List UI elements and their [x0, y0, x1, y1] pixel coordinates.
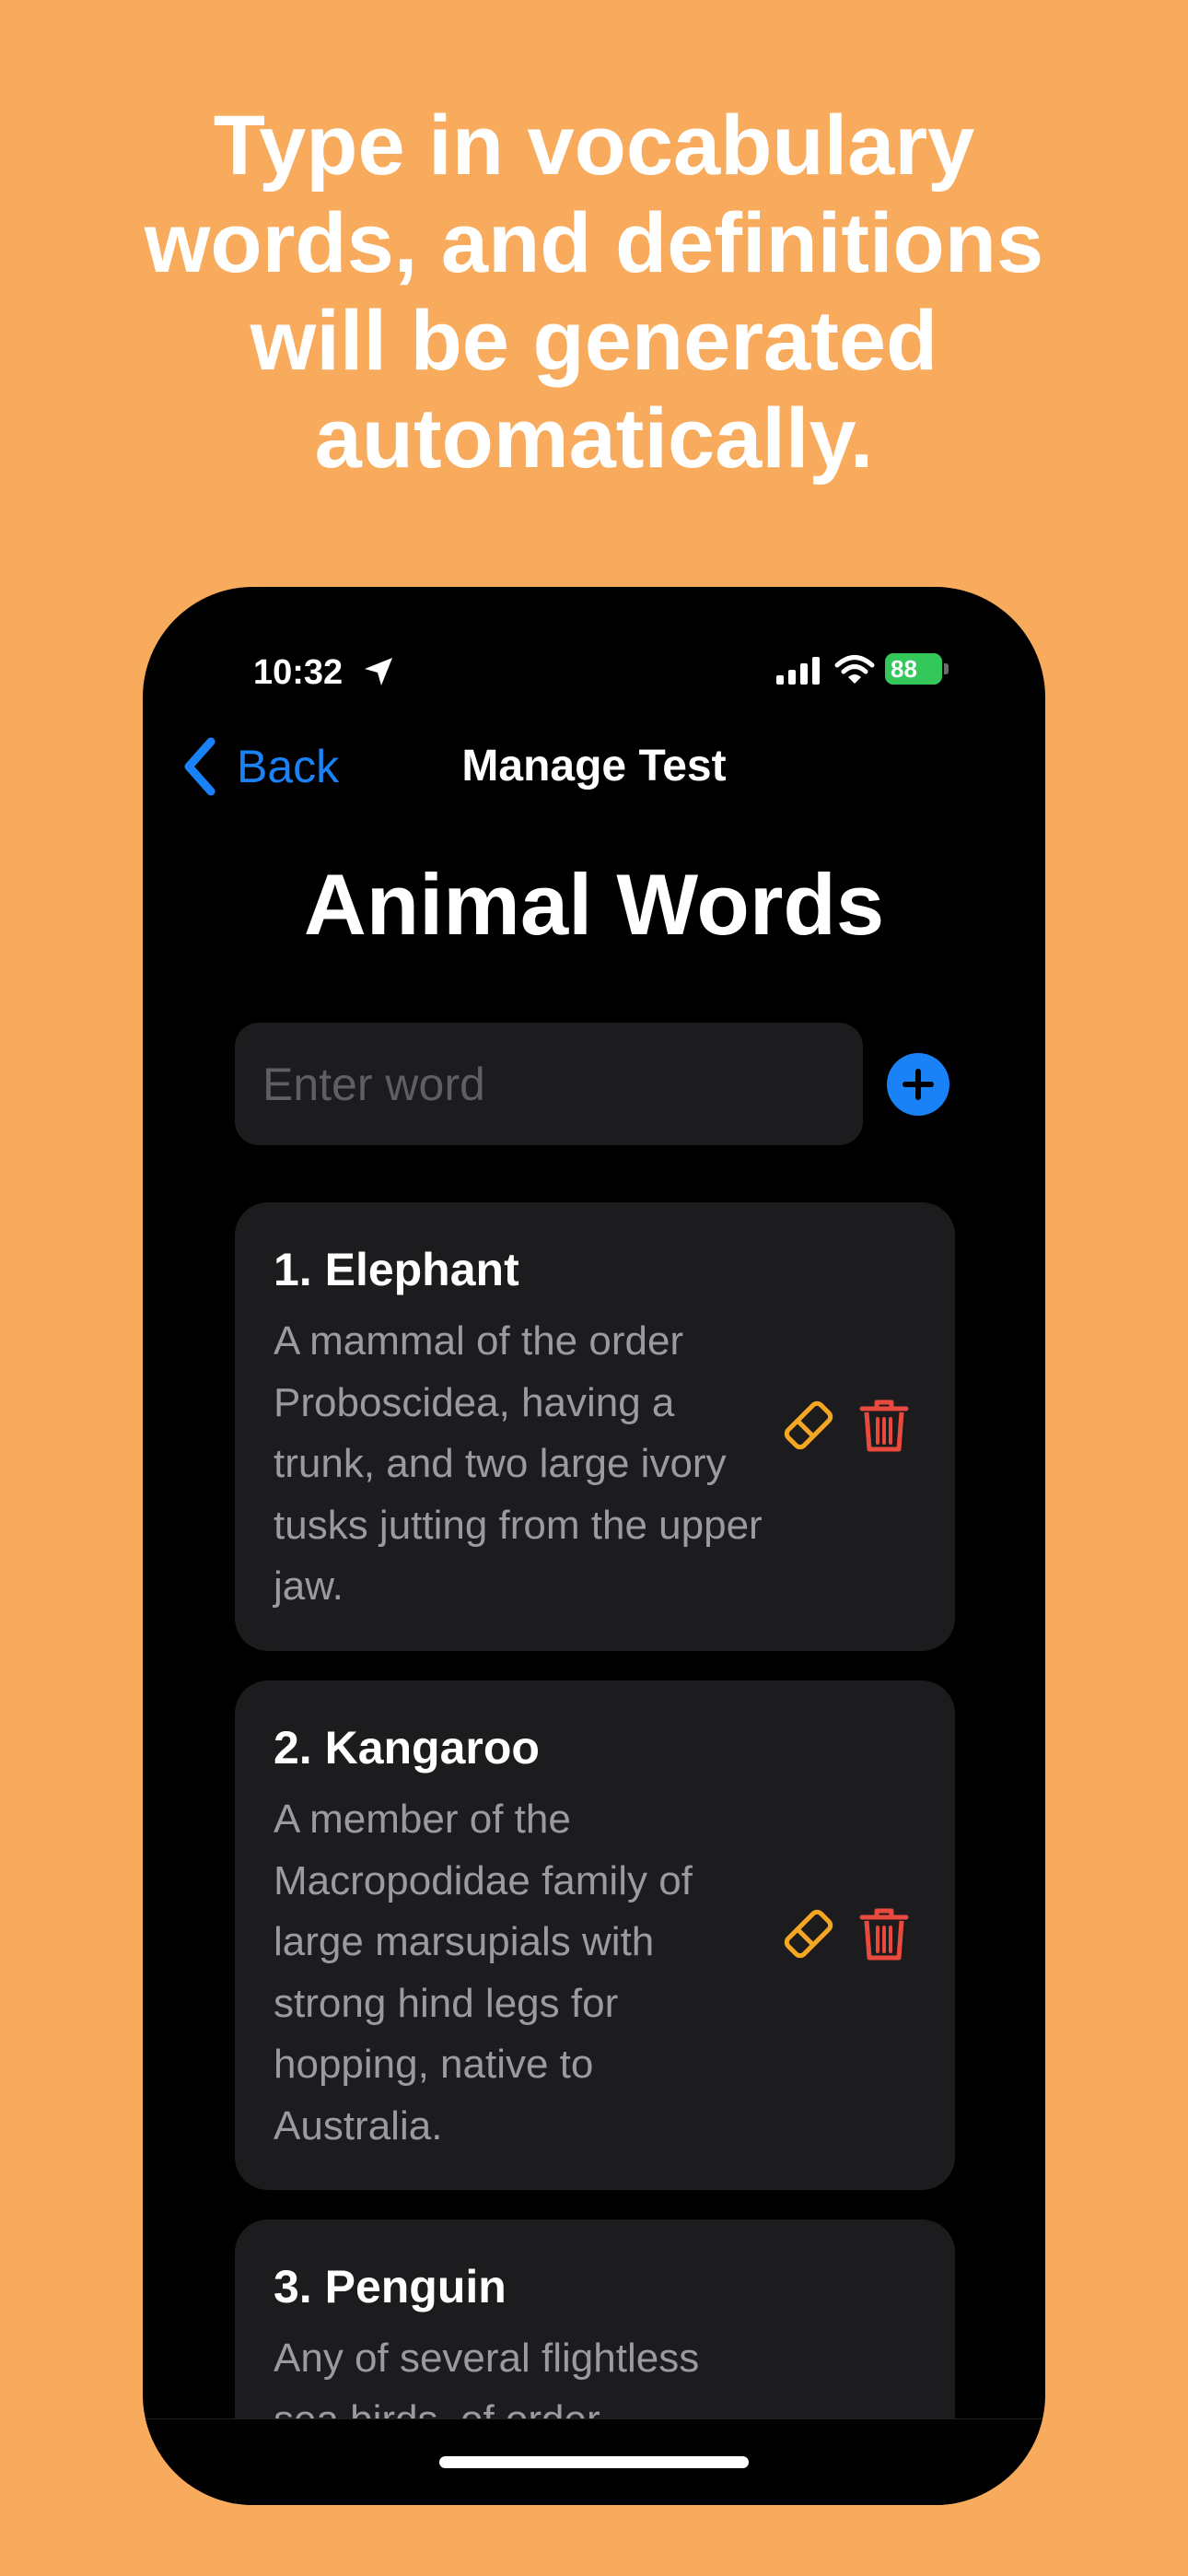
word-title: 1. Elephant — [274, 1244, 519, 1295]
location-icon — [365, 658, 392, 685]
back-label: Back — [237, 741, 340, 792]
wifi-icon — [834, 655, 875, 684]
eraser-icon[interactable] — [780, 1905, 837, 1962]
battery-cap — [944, 663, 949, 674]
phone-frame: 10:32 88 Back Manage Test Animal Words E… — [143, 587, 1045, 2505]
status-time: 10:32 — [253, 653, 344, 692]
word-title: 3. Penguin — [274, 2261, 507, 2313]
chevron-left-icon — [184, 737, 215, 796]
battery-icon: 88 — [885, 653, 942, 685]
plus-icon — [903, 1069, 934, 1100]
word-title: 2. Kangaroo — [274, 1722, 540, 1774]
trash-icon[interactable] — [856, 1905, 913, 1962]
home-indicator[interactable] — [439, 2456, 749, 2468]
eraser-icon[interactable] — [780, 1397, 837, 1454]
signal-icon — [776, 657, 820, 685]
word-card: 1. Elephant A mammal of the order Probos… — [235, 1202, 955, 1651]
nav-title: Manage Test — [461, 742, 727, 790]
page-title: Animal Words — [303, 856, 885, 953]
word-definition: A mammal of the order Proboscidea, havin… — [274, 1318, 763, 1609]
back-button[interactable]: Back — [180, 734, 339, 799]
word-definition: A member of the Macropodidae family of l… — [274, 1797, 693, 2149]
promo-headline: Type in vocabulary words, and definition… — [144, 99, 1044, 486]
add-word-button[interactable] — [887, 1053, 949, 1116]
word-card: 2. Kangaroo A member of the Macropodidae… — [235, 1680, 955, 2190]
word-input[interactable] — [235, 1023, 863, 1145]
trash-icon[interactable] — [856, 1397, 913, 1454]
battery-level: 88 — [891, 655, 917, 683]
app-screen: 10:32 88 Back Manage Test Animal Words E… — [143, 587, 1045, 2505]
